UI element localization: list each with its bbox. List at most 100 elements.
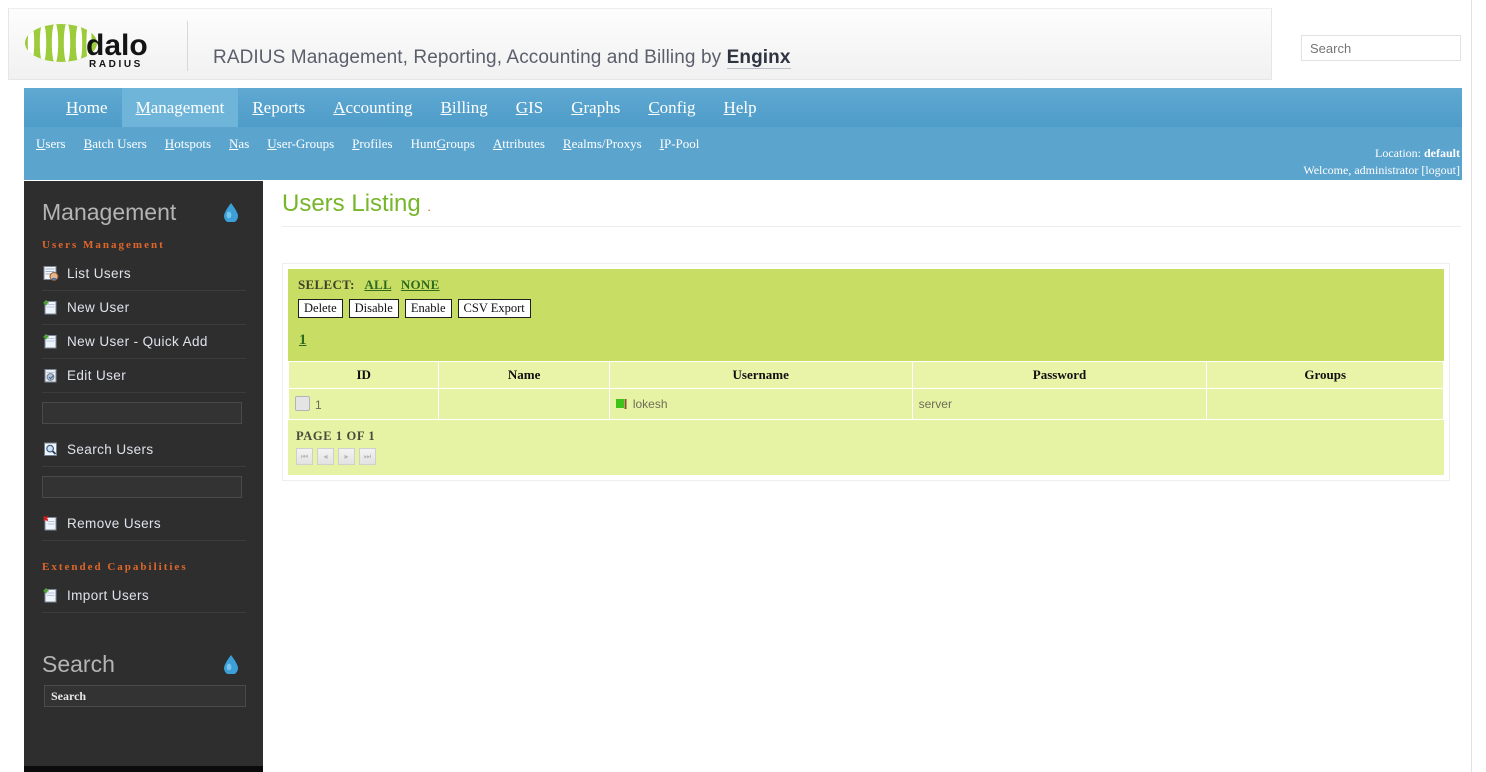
sidebar-item-remove-users[interactable]: Remove Users xyxy=(42,507,246,541)
remove-page-icon xyxy=(42,515,59,532)
sub-nav-item-hotspots[interactable]: Hotspots xyxy=(165,136,211,152)
sub-nav-item-profiles[interactable]: Profiles xyxy=(352,136,392,152)
sidebar-item-list-users[interactable]: List Users xyxy=(42,257,246,291)
sidebar-item-import-users[interactable]: Import Users xyxy=(42,579,246,613)
sub-nav-item-nas[interactable]: Nas xyxy=(229,136,249,152)
disable-button[interactable]: Disable xyxy=(348,299,399,318)
main-nav-item-reports[interactable]: Reports xyxy=(238,88,319,127)
page-links: 1 xyxy=(299,332,1436,349)
column-header-id: ID xyxy=(287,361,440,389)
sub-nav-item-batch-users[interactable]: Batch Users xyxy=(84,136,147,152)
first-page-button[interactable]: ⏮ xyxy=(296,448,313,465)
column-header-username: Username xyxy=(608,361,913,389)
logout-link[interactable]: [logout] xyxy=(1421,163,1460,177)
sub-nav-item-huntgroups[interactable]: HuntGroups xyxy=(411,136,475,152)
main-nav-link[interactable]: Management xyxy=(121,88,239,127)
main-nav-item-config[interactable]: Config xyxy=(634,88,709,127)
main-nav-link[interactable]: Billing xyxy=(427,88,502,127)
daloradius-logo[interactable]: dalo RADIUS xyxy=(23,21,173,73)
main-nav-item-gis[interactable]: G IS xyxy=(502,88,557,127)
sidebar-item-label: Search Users xyxy=(67,442,154,457)
welcome-row: Welcome, administrator [logout] xyxy=(1303,164,1460,177)
sidebar-title: Management xyxy=(42,199,177,225)
sidebar-item-label: Import Users xyxy=(67,588,150,603)
sidebar-item-new-user-quick-add[interactable]: New User - Quick Add xyxy=(42,325,246,359)
cell-groups xyxy=(1206,388,1444,420)
sidebar-section-users: Users Management xyxy=(42,239,165,251)
sidebar-item-edit-user[interactable]: Edit User xyxy=(42,359,246,393)
header-brand: Enginx xyxy=(726,47,791,69)
table-header-row: ID Name Username Password Groups xyxy=(287,361,1444,389)
main-nav-link[interactable]: G IS xyxy=(502,88,557,127)
page-link-1[interactable]: 1 xyxy=(299,332,307,348)
page-root: dalo RADIUS RADIUS Management, Reporting… xyxy=(0,0,1486,772)
sub-navigation: Users Batch Users Hotspots Nas User-Groups Pr… xyxy=(24,127,1462,180)
location-label: Location: xyxy=(1375,146,1421,160)
main-nav-link[interactable]: Config xyxy=(634,88,709,127)
sub-nav-item-users[interactable]: Users xyxy=(36,136,66,152)
last-page-button[interactable]: ⏭ xyxy=(359,448,376,465)
main-nav-item-graphs[interactable]: Graphs xyxy=(557,88,634,127)
main-nav-link[interactable]: Reports xyxy=(238,88,319,127)
status-area: Location: default Welcome, administrator… xyxy=(1303,147,1460,177)
main-nav-item-help[interactable]: Help xyxy=(710,88,771,127)
prev-page-button[interactable]: ◂ xyxy=(317,448,334,465)
main-nav-item-home[interactable]: Home xyxy=(52,88,122,127)
import-page-icon xyxy=(42,587,59,604)
title-dot: . xyxy=(427,199,432,214)
enable-button[interactable]: Enable xyxy=(404,299,452,318)
main-nav-link[interactable]: Accounting xyxy=(319,88,426,127)
sidebar-remove-users-block: Remove Users xyxy=(42,507,246,541)
sidebar-search-title-block: Search xyxy=(42,651,242,685)
main-nav-item-accounting[interactable]: Accounting xyxy=(319,88,426,127)
sub-nav-item-ip-pool[interactable]: IP-Pool xyxy=(660,136,700,152)
sidebar-item-search-users[interactable]: Search Users xyxy=(42,433,246,467)
logo-svg: dalo RADIUS xyxy=(25,24,148,70)
next-page-button[interactable]: ▸ xyxy=(338,448,355,465)
sidebar-search-title: Search xyxy=(42,651,115,677)
logo-divider xyxy=(187,21,188,71)
sidebar-search-input[interactable] xyxy=(44,685,246,707)
username-link[interactable]: lokesh xyxy=(633,397,668,411)
main-nav-link[interactable]: Help xyxy=(710,88,771,127)
csv-export-button[interactable]: CSV Export xyxy=(457,299,531,318)
pagination-buttons: ⏮ ◂ ▸ ⏭ xyxy=(296,448,1436,465)
main-nav-item-management[interactable]: Management xyxy=(121,88,239,127)
row-id: 1 xyxy=(315,398,322,412)
sidebar-search-users-block: Search Users xyxy=(42,433,246,467)
table-row[interactable]: 1 lokesh server xyxy=(287,388,1444,420)
cell-password: server xyxy=(911,388,1208,420)
list-users-icon xyxy=(42,265,59,282)
select-all-link[interactable]: ALL xyxy=(364,277,391,292)
search-input[interactable] xyxy=(1301,35,1461,61)
sub-nav-item-attributes[interactable]: Attributes xyxy=(493,136,545,152)
sidebar-users-list: List Users New User New User - Quick Add Ed… xyxy=(42,257,246,393)
main-navigation: Home Management Reports Accounting Billing G I… xyxy=(24,88,1462,127)
row-checkbox[interactable] xyxy=(295,396,310,411)
delete-button[interactable]: Delete xyxy=(298,299,343,318)
toolbar-buttons: Delete Disable Enable CSV Export xyxy=(298,299,1436,318)
table-footer: PAGE 1 OF 1 ⏮ ◂ ▸ ⏭ xyxy=(288,420,1444,475)
cell-username: lokesh xyxy=(608,388,913,420)
column-header-name: Name xyxy=(438,361,610,389)
edit-user-input[interactable] xyxy=(42,402,242,424)
location-row: Location: default xyxy=(1303,147,1460,160)
search-page-icon xyxy=(42,441,59,458)
select-none-link[interactable]: NONE xyxy=(401,277,440,292)
sidebar-extended-list: Import Users xyxy=(42,579,246,613)
main-nav-link[interactable]: Home xyxy=(52,88,122,127)
sub-nav-item-realms-proxys[interactable]: Realms/Proxys xyxy=(563,136,642,152)
page-title: RADIUS Management, Reporting, Accounting… xyxy=(213,47,791,69)
main-nav-item-billing[interactable]: Billing xyxy=(427,88,502,127)
sub-nav-item-user-groups[interactable]: User-Groups xyxy=(267,136,334,152)
sidebar-item-label: Remove Users xyxy=(67,516,162,531)
location-value: default xyxy=(1424,146,1460,160)
users-toolbar: SELECT: ALL NONE Delete Disable Enable CSV … xyxy=(288,269,1444,361)
sidebar-item-new-user[interactable]: New User xyxy=(42,291,246,325)
users-table: ID Name Username Password Groups 1 lokesh serv… xyxy=(287,361,1444,420)
column-header-groups: Groups xyxy=(1206,361,1444,389)
main-nav-link[interactable]: Graphs xyxy=(557,88,634,127)
select-line: SELECT: ALL NONE xyxy=(298,277,1436,293)
search-users-input[interactable] xyxy=(42,476,242,498)
sidebar-item-label: New User - Quick Add xyxy=(67,334,208,349)
